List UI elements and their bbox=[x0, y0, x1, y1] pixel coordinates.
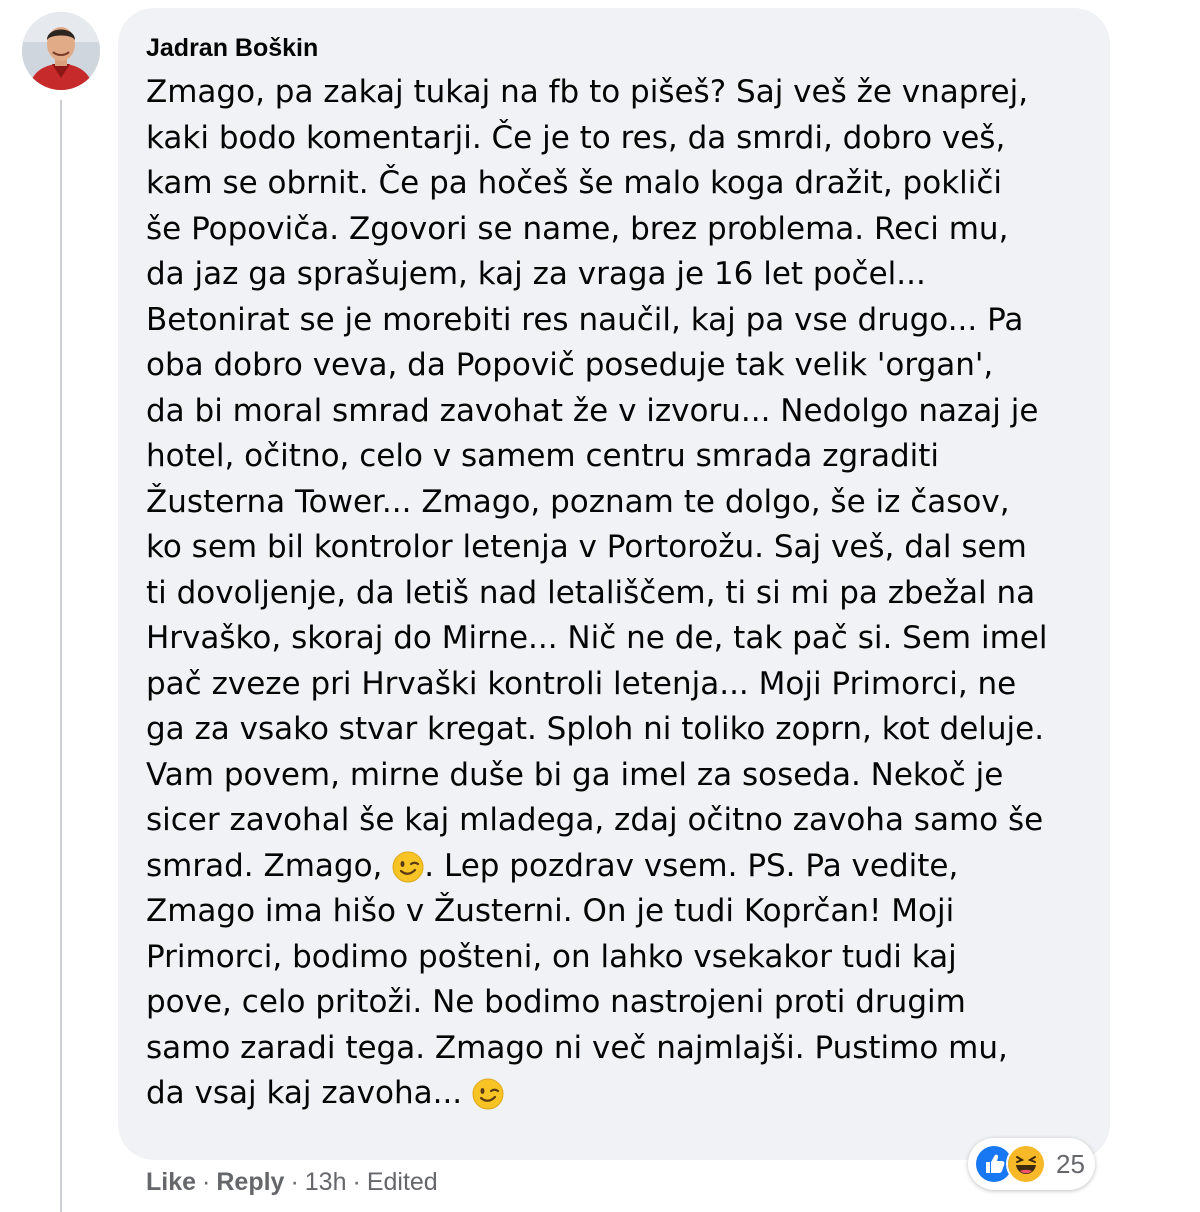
avatar[interactable] bbox=[22, 12, 100, 90]
comment-line: sicer zavohal še kaj mladega, zdaj očitn… bbox=[146, 802, 1044, 838]
separator-dot: · bbox=[202, 1168, 211, 1196]
comment-text: Zmago, pa zakaj tukaj na fb to pišeš? Sa… bbox=[146, 70, 1096, 1117]
reactions-summary[interactable]: 25 bbox=[968, 1138, 1095, 1190]
comment-bubble: Jadran Boškin Zmago, pa zakaj tukaj na f… bbox=[118, 8, 1110, 1160]
winking-face-emoji-icon bbox=[472, 1078, 504, 1110]
comment-line-part: smrad. Zmago, bbox=[146, 847, 393, 884]
comment-line: da bi moral smrad zavohat že v izvoru...… bbox=[146, 392, 1039, 429]
comment-line: hotel, očitno, celo v samem centru smrad… bbox=[146, 438, 940, 474]
comment-line-part: da vsaj kaj zavoha... bbox=[146, 1075, 472, 1111]
comment-line: ti dovoljenje, da letiš nad letališčem, … bbox=[146, 574, 1036, 611]
profile-photo-avatar-icon bbox=[22, 12, 100, 90]
comment-line: še Popoviča. Zgovori se name, brez probl… bbox=[146, 210, 1009, 247]
comment-line: samo zaradi tega. Zmago ni več najmlajši… bbox=[146, 1029, 1008, 1066]
comment-line: Vam povem, mirne duše bi ga imel za sose… bbox=[146, 756, 1004, 793]
comment-actions: Like · Reply · 13h · Edited bbox=[146, 1168, 438, 1197]
comment-line: Primorci, bodimo pošteni, on lahko vseka… bbox=[146, 938, 957, 975]
comment-line-with-emoji: smrad. Zmago, . Lep pozdrav vsem. PS. Pa… bbox=[146, 844, 1096, 890]
like-link[interactable]: Like bbox=[146, 1168, 196, 1197]
comment-line: Zmago, pa zakaj tukaj na fb to pišeš? Sa… bbox=[146, 74, 1029, 110]
comment-line: Hrvaško, skoraj do Mirne... Nič ne de, t… bbox=[146, 620, 1048, 656]
separator-dot: · bbox=[352, 1168, 361, 1196]
comment-line: da jaz ga sprašujem, kaj za vraga je 16 … bbox=[146, 256, 926, 292]
comment-line: pove, celo pritoži. Ne bodimo nastrojeni… bbox=[146, 984, 966, 1020]
comment-line: kaki bodo komentarji. Če je to res, da s… bbox=[146, 119, 1006, 156]
comment-timestamp[interactable]: 13h bbox=[305, 1168, 347, 1197]
comment-line: oba dobro veva, da Popovič poseduje tak … bbox=[146, 347, 994, 383]
reply-link[interactable]: Reply bbox=[216, 1168, 284, 1197]
thread-line bbox=[60, 100, 62, 1212]
haha-reaction-icon bbox=[1006, 1144, 1046, 1184]
comment-line: Zmago ima hišo v Žusterni. On je tudi Ko… bbox=[146, 893, 955, 929]
comment-line-with-emoji: da vsaj kaj zavoha... bbox=[146, 1071, 1096, 1117]
edited-label[interactable]: Edited bbox=[367, 1168, 438, 1197]
comment-line: ga za vsako stvar kregat. Sploh ni tolik… bbox=[146, 711, 1045, 747]
comment-author[interactable]: Jadran Boškin bbox=[146, 34, 318, 63]
comment-line-part: . Lep pozdrav vsem. PS. Pa vedite, bbox=[424, 847, 959, 884]
comment-line: ko sem bil kontrolor letenja v Portorožu… bbox=[146, 529, 1027, 565]
reaction-count: 25 bbox=[1056, 1148, 1085, 1179]
separator-dot: · bbox=[290, 1168, 299, 1196]
comment-line: kam se obrnit. Če pa hočeš še malo koga … bbox=[146, 165, 1003, 201]
comment-line: Žusterna Tower... Zmago, poznam te dolgo… bbox=[146, 483, 1010, 520]
comment-line: pač zveze pri Hrvaški kontroli letenja..… bbox=[146, 665, 1017, 702]
winking-face-emoji-icon bbox=[392, 851, 424, 883]
comment-line: Betonirat se je morebiti res naučil, kaj… bbox=[146, 301, 1024, 338]
